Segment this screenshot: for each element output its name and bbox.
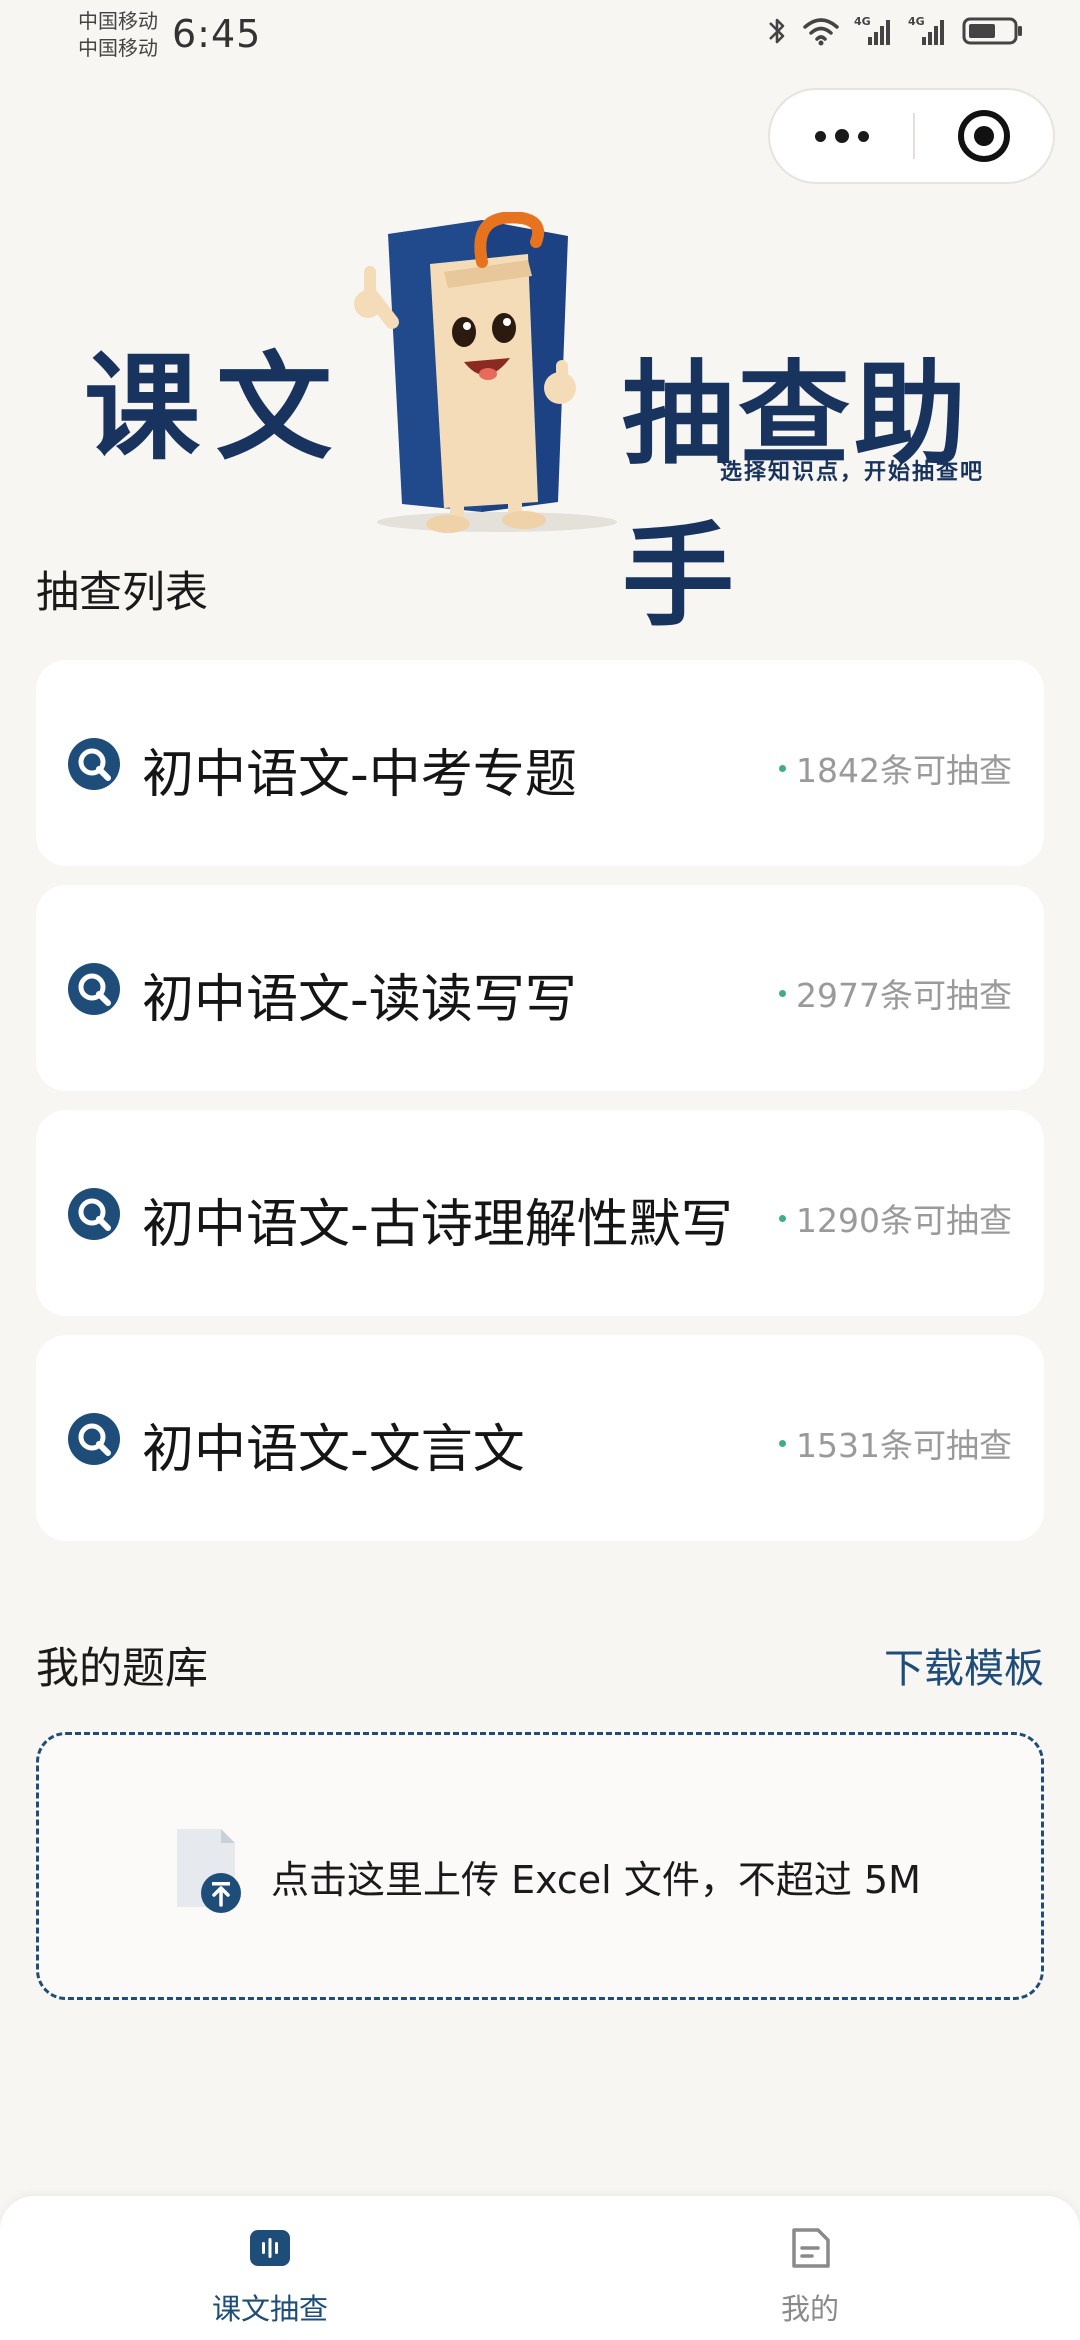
signal-4g-icon: 4G bbox=[908, 15, 944, 45]
list-item-count: 1531条可抽查 bbox=[779, 1419, 1012, 1467]
system-icons: 4G 4G bbox=[766, 14, 1024, 48]
list-item-title: 初中语文-读读写写 bbox=[142, 970, 577, 1030]
battery-icon bbox=[962, 17, 1022, 45]
tab-mine[interactable]: 我的 bbox=[540, 2196, 1080, 2340]
status-time: 6:45 bbox=[172, 12, 262, 56]
search-circle-icon bbox=[68, 738, 120, 790]
list-item-title: 初中语文-古诗理解性默写 bbox=[142, 1195, 733, 1255]
list-item[interactable]: 初中语文-古诗理解性默写 1290条可抽查 bbox=[36, 1110, 1044, 1316]
list-item-count-text: 1531条可抽查 bbox=[796, 1426, 1012, 1465]
book-audio-icon bbox=[250, 2230, 290, 2266]
more-dots-icon[interactable] bbox=[770, 90, 913, 182]
network-label-1: 4G bbox=[854, 15, 871, 28]
signal-4g-icon: 4G bbox=[854, 15, 890, 45]
carrier-2: 中国移动 bbox=[78, 36, 158, 60]
count-dot bbox=[779, 1439, 787, 1447]
bank-section-title: 我的题库 bbox=[36, 1644, 208, 1694]
bottom-tab-bar: 课文抽查 我的 bbox=[0, 2196, 1080, 2340]
book-mascot-illustration bbox=[354, 212, 617, 533]
banner-title-left: 课文 bbox=[84, 341, 348, 476]
upload-hint: 点击这里上传 Excel 文件，不超过 5M bbox=[271, 1858, 921, 1902]
list-item-count: 1290条可抽查 bbox=[779, 1194, 1012, 1242]
banner-title-right: 抽查助手 bbox=[622, 350, 970, 642]
download-template-link[interactable]: 下载模板 bbox=[884, 1636, 1044, 1694]
carrier-names: 中国移动 中国移动 bbox=[78, 8, 158, 62]
search-circle-icon bbox=[68, 1413, 120, 1465]
document-icon bbox=[792, 2228, 830, 2268]
app-page: 中国移动 中国移动 6:45 4G 4G 课文 抽查助手 选择知识点，开始抽查吧… bbox=[0, 0, 1080, 2340]
bluetooth-icon bbox=[769, 18, 785, 44]
mini-program-capsule bbox=[768, 88, 1055, 184]
count-dot bbox=[779, 989, 787, 997]
count-dot bbox=[779, 764, 787, 772]
list-item-count: 1842条可抽查 bbox=[779, 744, 1012, 792]
list-item[interactable]: 初中语文-中考专题 1842条可抽查 bbox=[36, 660, 1044, 866]
list-item-count-text: 1290条可抽查 bbox=[796, 1201, 1012, 1240]
list-section-title: 抽查列表 bbox=[36, 568, 208, 618]
tab-label: 课文抽查 bbox=[211, 2292, 328, 2326]
upload-dropzone[interactable]: 点击这里上传 Excel 文件，不超过 5M bbox=[36, 1732, 1044, 2000]
list-item-title: 初中语文-文言文 bbox=[142, 1420, 525, 1480]
file-upload-icon bbox=[177, 1829, 241, 1913]
tab-text-check[interactable]: 课文抽查 bbox=[0, 2196, 540, 2340]
status-bar: 中国移动 中国移动 6:45 4G 4G bbox=[0, 0, 1080, 84]
banner-subtitle: 选择知识点，开始抽查吧 bbox=[720, 460, 985, 485]
search-circle-icon bbox=[68, 1188, 120, 1240]
carrier-1: 中国移动 bbox=[78, 9, 158, 33]
target-close-icon[interactable] bbox=[915, 90, 1053, 182]
list-item-count-text: 1842条可抽查 bbox=[796, 751, 1012, 790]
list-item[interactable]: 初中语文-读读写写 2977条可抽查 bbox=[36, 885, 1044, 1091]
list-item-count-text: 2977条可抽查 bbox=[796, 976, 1012, 1015]
count-dot bbox=[779, 1214, 787, 1222]
list-item[interactable]: 初中语文-文言文 1531条可抽查 bbox=[36, 1335, 1044, 1541]
search-circle-icon bbox=[68, 963, 120, 1015]
list-item-title: 初中语文-中考专题 bbox=[142, 745, 577, 805]
list-item-count: 2977条可抽查 bbox=[779, 969, 1012, 1017]
wifi-icon bbox=[803, 18, 839, 46]
hero-banner: 课文 抽查助手 选择知识点，开始抽查吧 bbox=[36, 212, 1044, 642]
tab-label: 我的 bbox=[780, 2292, 839, 2326]
network-label-2: 4G bbox=[908, 15, 925, 28]
